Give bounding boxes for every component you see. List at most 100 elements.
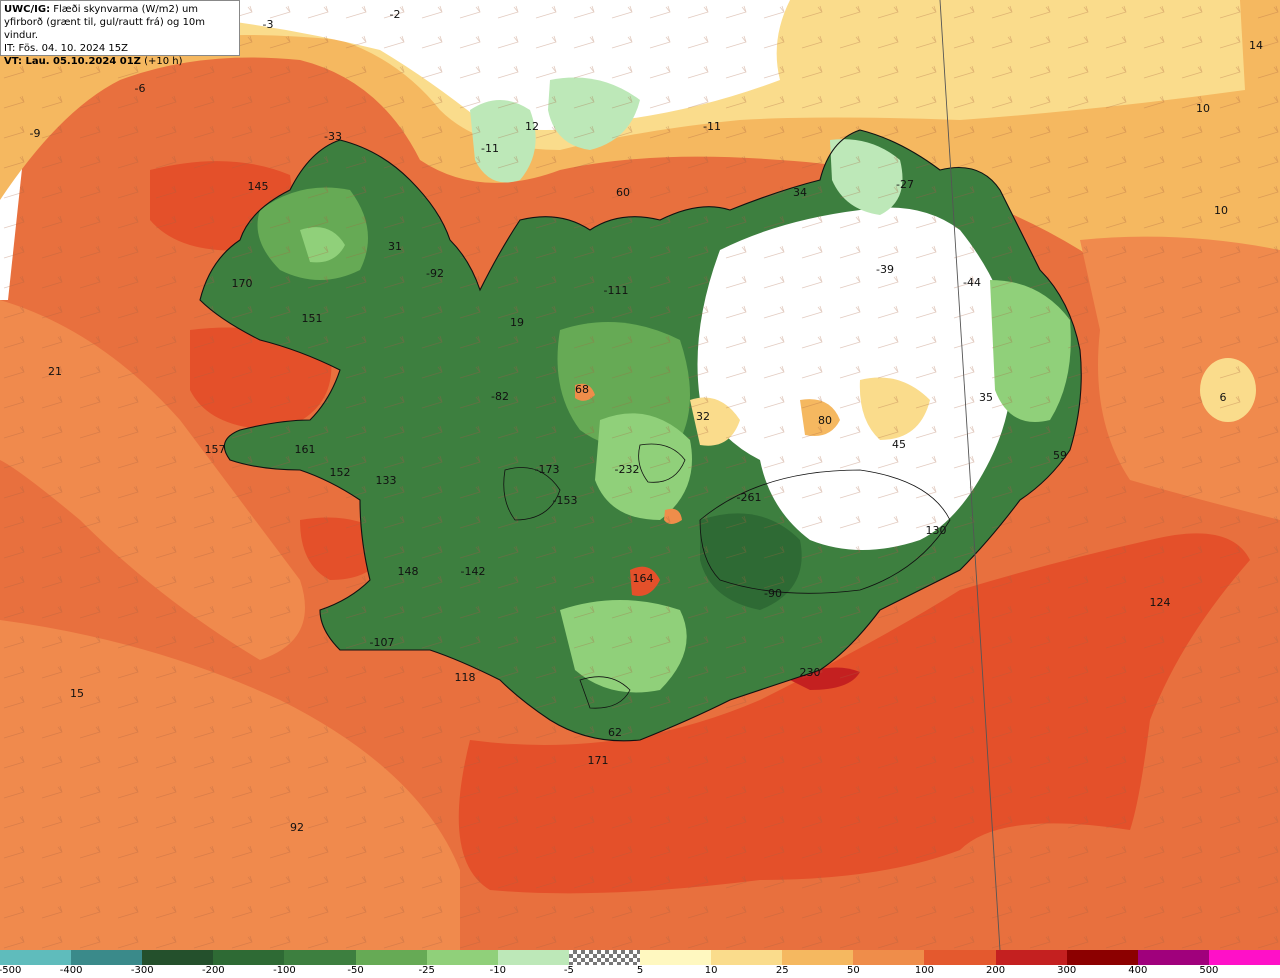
map-value-label: 35 [979,391,993,404]
map-value-label: 171 [588,754,609,767]
color-legend: -500 -400 -300 -200 -100 -50 -25 -10 -5 5 10 25 50 10… [0,950,1280,978]
map-value-label: 145 [248,180,269,193]
map-value-label: 164 [633,572,654,585]
map-value-label: -153 [553,494,578,507]
legend-tick-label: -400 [59,965,83,976]
info-box: UWC/IG: Flæði skynvarma (W/m2) um yfirbo… [0,0,240,67]
legend-swatch [1066,950,1138,965]
legend-tick-label: -50 [347,965,364,976]
legend-swatch [639,950,712,965]
map-value-label: 151 [302,312,323,325]
legend-swatch [782,950,854,965]
map-value-label: -107 [370,636,395,649]
legend-swatch [213,950,285,965]
legend-tick-label: 50 [846,965,860,976]
map-value-label: -27 [896,178,914,191]
info-line-1: UWC/IG: Flæði skynvarma (W/m2) um [4,3,236,16]
map-value-label: 62 [608,726,622,739]
map-value-label: -111 [604,284,629,297]
info-model: UWC/IG: [4,4,51,15]
legend-tick-label: 5 [636,965,644,976]
map-value-label: 12 [525,120,539,133]
map-view[interactable]: -2 -3 -6 -9 -33 145 31 -92 170 151 21 157 161 152 133 1… [0,0,1280,950]
map-value-label: -232 [615,463,640,476]
info-line-2: yfirborð (grænt til, gul/rautt frá) og 1… [4,17,206,41]
legend-swatch [355,950,427,965]
legend-swatch [426,950,498,965]
map-value-label: -92 [426,267,444,280]
legend-tick-label: -100 [273,965,296,976]
map-value-label: 10 [1196,102,1210,115]
legend-swatch [924,950,996,965]
legend-swatch [71,950,143,965]
legend-swatch [853,950,925,965]
info-line-3: IT: Fös. 04. 10. 2024 15Z [4,43,128,54]
map-value-label: -6 [135,82,146,95]
map-value-label: 32 [696,410,710,423]
map-value-label: 118 [455,671,476,684]
map-value-label: 21 [48,365,62,378]
map-value-label: -90 [764,587,782,600]
legend-tick-label: -200 [201,965,225,976]
legend-swatch [568,950,640,965]
map-value-label: 59 [1053,449,1067,462]
legend-bar [0,950,1280,965]
heatflux-map: -2 -3 -6 -9 -33 145 31 -92 170 151 21 157 161 152 133 1… [0,0,1280,950]
legend-tick-label: 300 [1057,965,1077,976]
legend-tick-label: 500 [1199,965,1219,976]
map-value-label: -173 [535,463,560,476]
map-value-label: 130 [926,524,947,537]
info-valid-time: VT: Lau. 05.10.2024 01Z [4,56,141,67]
map-value-label: -11 [703,120,721,133]
info-line-4: VT: Lau. 05.10.2024 01Z (+10 h) [4,55,236,68]
map-value-label: 31 [388,240,402,253]
map-value-label: 170 [232,277,253,290]
map-value-label: 34 [793,186,807,199]
legend-tick-label: 10 [704,965,718,976]
info-lead: (+10 h) [140,56,183,67]
map-value-label: 19 [510,316,524,329]
legend-tick-label: -500 [0,965,22,976]
legend-tick-label: 400 [1128,965,1148,976]
legend-swatch [995,950,1067,965]
map-value-label: -9 [30,127,41,140]
map-value-label: 80 [818,414,832,427]
legend-tick-label: -10 [489,965,506,976]
map-value-label: -44 [963,276,981,289]
map-value-label: 6 [1220,391,1227,404]
legend-ticks: -500 -400 -300 -200 -100 -50 -25 -10 -5 5 10 25 50 10… [0,965,1280,978]
legend-tick-label: 25 [775,965,789,976]
legend-tick-label: 200 [986,965,1006,976]
map-value-label: 157 [205,443,226,456]
map-value-label: 10 [1214,204,1228,217]
map-value-label: 133 [376,474,397,487]
map-value-label: 92 [290,821,304,834]
map-value-label: -2 [390,8,401,21]
map-value-label: 14 [1249,39,1263,52]
legend-tick-label: -5 [563,965,574,976]
legend-swatch [497,950,569,965]
legend-tick-label: -300 [130,965,154,976]
map-value-label: 161 [295,443,316,456]
info-title: Flæði skynvarma (W/m2) um [50,4,199,15]
map-value-label: -11 [481,142,499,155]
map-value-label: 15 [70,687,84,700]
map-value-label: 230 [800,666,821,679]
map-value-label: -39 [876,263,894,276]
map-value-label: -261 [737,491,762,504]
map-value-label: 68 [575,383,589,396]
legend-swatch [0,950,72,965]
legend-swatch [284,950,356,965]
legend-swatch [142,950,214,965]
map-value-label: 152 [330,466,351,479]
legend-tick-label: -25 [418,965,435,976]
legend-swatch [1208,950,1280,965]
map-value-label: -82 [491,390,509,403]
map-value-label: -3 [263,18,274,31]
legend-swatch [711,950,783,965]
legend-swatch [1137,950,1209,965]
map-value-label: 148 [398,565,419,578]
map-value-label: 45 [892,438,906,451]
map-value-label: -33 [324,130,342,143]
map-value-label: 124 [1150,596,1171,609]
